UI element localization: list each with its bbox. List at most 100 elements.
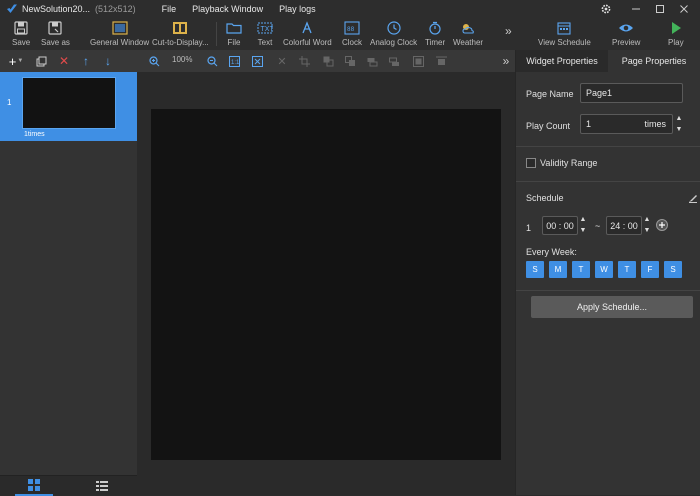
list-view-icon [96,481,108,491]
analog-clock-button[interactable]: Analog Clock [370,20,417,47]
cut-to-display-button[interactable]: Cut-to-Display... [152,20,209,47]
clock-icon: 88 [344,21,360,35]
play-count-stepper[interactable]: ▲ ▼ [675,115,683,133]
apply-schedule-button[interactable]: Apply Schedule... [531,296,693,318]
schedule-edit-icon[interactable] [688,193,698,205]
day-sunday-toggle[interactable]: S [526,261,544,278]
spin-down-icon[interactable]: ▼ [644,227,651,234]
validity-range-label: Validity Range [540,158,598,168]
weather-label: Weather [453,38,484,47]
view-schedule-button[interactable]: View Schedule [538,20,591,47]
colorful-word-button[interactable]: Colorful Word [283,20,332,47]
spin-down-icon[interactable]: ▼ [676,126,683,133]
text-button[interactable]: TXT Text [257,20,273,47]
end-time-stepper[interactable]: ▲ ▼ [643,216,651,234]
day-thursday-toggle[interactable]: T [618,261,636,278]
play-count-input[interactable]: 1 times [580,114,673,134]
preview-label: Preview [612,38,641,47]
page-number: 1 [7,98,12,107]
general-window-icon [111,21,128,35]
start-time-input[interactable]: 00 : 00 [542,216,578,235]
divider [516,146,700,147]
spin-up-icon[interactable]: ▲ [644,216,651,223]
spin-down-icon[interactable]: ▼ [580,227,587,234]
maximize-icon[interactable] [653,2,667,16]
crop-icon[interactable] [297,54,311,68]
send-back-icon[interactable] [343,54,357,68]
save-as-button[interactable]: Save as [41,20,70,47]
bring-forward-icon[interactable] [365,54,379,68]
delete-widget-icon[interactable]: ✕ [275,54,289,68]
analog-clock-icon [386,21,401,35]
bring-front-icon[interactable] [321,54,335,68]
add-schedule-icon[interactable] [656,219,668,233]
save-as-label: Save as [41,38,70,47]
minimize-icon[interactable] [629,2,643,16]
colorful-word-icon [302,21,312,34]
fit-screen-icon[interactable] [250,54,264,68]
spin-up-icon[interactable]: ▲ [676,115,683,122]
save-as-icon [48,21,63,35]
day-friday-toggle[interactable]: F [641,261,659,278]
grid-view-button[interactable] [15,476,53,496]
delete-page-icon[interactable]: ✕ [54,54,74,68]
save-button[interactable]: Save [12,20,30,47]
tab-page-properties[interactable]: Page Properties [608,50,700,72]
timer-label: Timer [425,38,446,47]
divider [516,290,700,291]
end-time-input[interactable]: 24 : 00 [606,216,642,235]
timer-button[interactable]: Timer [425,20,445,47]
page-thumbnail [22,77,116,129]
more-canvas-tools-icon[interactable]: » [499,54,513,68]
more-tools-button[interactable]: » [505,24,512,38]
move-down-icon[interactable]: ↓ [98,54,118,68]
general-window-label: General Window [90,38,150,47]
page-name-input[interactable]: Page1 [580,83,683,103]
zoom-in-icon[interactable] [147,54,161,68]
weather-button[interactable]: Weather [453,20,483,47]
page-list-panel: + ▼ ✕ ↑ ↓ 1 1times [0,50,137,496]
play-count-value: 1 [586,119,592,129]
clock-button[interactable]: 88 Clock [342,20,362,47]
file-label: File [227,38,241,47]
zoom-out-icon[interactable] [205,54,219,68]
validity-range-row[interactable]: Validity Range [526,158,597,168]
day-monday-toggle[interactable]: M [549,261,567,278]
move-up-icon[interactable]: ↑ [76,54,96,68]
align-full-icon[interactable] [411,54,425,68]
file-button[interactable]: File [226,20,242,47]
properties-tabs: Widget Properties Page Properties [516,50,700,72]
clock-label: Clock [342,38,363,47]
page-list-item[interactable]: 1 1times [0,72,137,141]
canvas-area[interactable] [137,72,515,495]
close-window-icon[interactable] [677,2,691,16]
send-backward-icon[interactable] [387,54,401,68]
add-page-icon[interactable]: + ▼ [5,54,27,69]
play-button[interactable]: Play [668,20,684,47]
start-time-stepper[interactable]: ▲ ▼ [579,216,587,234]
svg-text:1:1: 1:1 [231,60,240,66]
day-saturday-toggle[interactable]: S [664,261,682,278]
menu-file[interactable]: File [162,4,177,14]
file-folder-icon [226,23,242,34]
schedule-index: 1 [526,223,532,233]
schedule-header: Schedule [526,193,564,203]
list-view-button[interactable] [83,476,121,496]
settings-gear-icon[interactable] [599,2,613,16]
cut-to-display-label: Cut-to-Display... [152,38,209,47]
actual-size-icon[interactable]: 1:1 [227,54,241,68]
day-wednesday-toggle[interactable]: W [595,261,613,278]
day-tuesday-toggle[interactable]: T [572,261,590,278]
general-window-button[interactable]: General Window [90,20,149,47]
copy-page-icon[interactable] [31,54,51,68]
preview-button[interactable]: Preview [612,20,640,47]
align-top-icon[interactable] [434,54,448,68]
spin-up-icon[interactable]: ▲ [580,216,587,223]
menu-play-logs[interactable]: Play logs [279,4,316,14]
validity-range-checkbox[interactable] [526,158,536,168]
title-bar: NewSolution20... (512x512) File Playback… [0,0,700,18]
menu-playback-window[interactable]: Playback Window [192,4,263,14]
tab-widget-properties[interactable]: Widget Properties [516,50,608,72]
display-stage[interactable] [151,109,501,460]
cut-to-display-icon [173,22,188,34]
